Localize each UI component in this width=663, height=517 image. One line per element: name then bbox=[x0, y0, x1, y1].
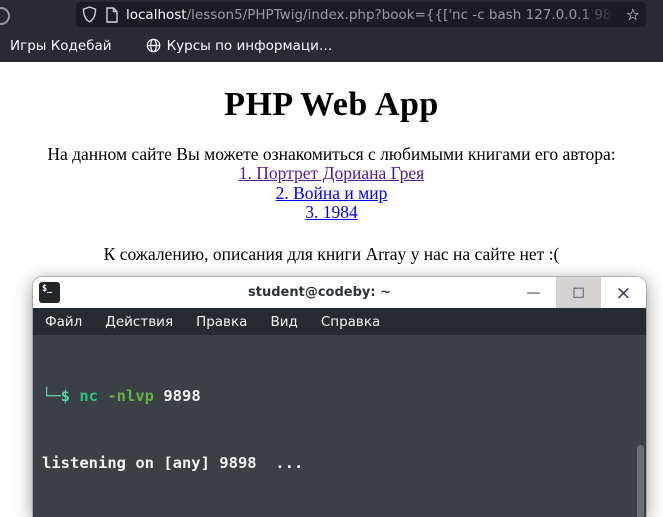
page-info-icon[interactable] bbox=[105, 6, 119, 23]
menu-help[interactable]: Справка bbox=[321, 314, 380, 330]
terminal-output[interactable]: └─$ nc -nlvp 9898 listening on [any] 989… bbox=[33, 335, 646, 517]
terminal-scrollbar[interactable] bbox=[637, 445, 644, 517]
terminal-command-line: └─$ nc -nlvp 9898 bbox=[42, 385, 646, 407]
extension-icon[interactable] bbox=[0, 7, 10, 25]
book-link-2[interactable]: 2. Война и мир bbox=[0, 183, 663, 204]
address-bar[interactable]: localhost/lesson5/PHPTwig/index.php?book… bbox=[76, 2, 646, 27]
bookmark-item-courses[interactable]: Курсы по информаци… bbox=[136, 38, 343, 54]
maximize-button[interactable]: □ bbox=[556, 277, 601, 308]
url-host: localhost bbox=[126, 6, 187, 23]
minimize-button[interactable]: — bbox=[511, 277, 556, 308]
terminal-line: listening on [any] 9898 ... bbox=[42, 454, 304, 473]
menu-actions[interactable]: Действия bbox=[105, 314, 173, 330]
book-link-1[interactable]: 1. Портрет Дориана Грея bbox=[0, 163, 663, 184]
url-fade bbox=[578, 4, 622, 25]
terminal-titlebar[interactable]: $_ student@codeby: ~ — □ × bbox=[33, 277, 646, 308]
url-path: /lesson5/PHPTwig/index.php?book={{['nc -… bbox=[186, 6, 612, 23]
url-text[interactable]: localhost/lesson5/PHPTwig/index.php?book… bbox=[126, 7, 622, 23]
shell-args: -nlvp bbox=[107, 386, 164, 405]
globe-icon bbox=[146, 38, 160, 53]
bookmarks-bar: Игры Кодебай Курсы по информаци… bbox=[0, 29, 663, 62]
menu-view[interactable]: Вид bbox=[270, 314, 297, 330]
browser-toolbar: localhost/lesson5/PHPTwig/index.php?book… bbox=[0, 0, 663, 29]
terminal-title: student@codeby: ~ bbox=[248, 285, 391, 300]
window-controls: — □ × bbox=[511, 277, 646, 308]
menu-file[interactable]: Файл bbox=[45, 314, 82, 330]
bookmark-label: Курсы по информаци… bbox=[166, 37, 333, 54]
shell-port: 9898 bbox=[163, 386, 201, 405]
intro-text: На данном сайте Вы можете ознакомиться с… bbox=[47, 144, 616, 164]
bookmark-label: Игры Кодебай bbox=[10, 37, 112, 54]
error-message: К сожалению, описания для книги Array у … bbox=[103, 243, 560, 264]
shell-prompt: └─$ bbox=[42, 386, 80, 405]
terminal-menubar: Файл Действия Правка Вид Справка bbox=[33, 308, 646, 335]
bookmark-item-codeby-games[interactable]: Игры Кодебай bbox=[0, 38, 122, 54]
terminal-app-icon: $_ bbox=[39, 282, 60, 303]
book-links: 1. Портрет Дориана Грея 2. Война и мир 3… bbox=[0, 163, 663, 223]
bookmark-star-icon[interactable]: ☆ bbox=[626, 2, 640, 27]
book-link-3[interactable]: 3. 1984 bbox=[0, 202, 663, 223]
menu-edit[interactable]: Правка bbox=[196, 314, 247, 330]
page-title: PHP Web App bbox=[224, 86, 439, 123]
terminal-window: $_ student@codeby: ~ — □ × Файл Действия… bbox=[33, 277, 646, 517]
close-button[interactable]: × bbox=[601, 277, 646, 308]
shell-command: nc bbox=[79, 386, 108, 405]
shield-icon[interactable] bbox=[82, 6, 97, 23]
